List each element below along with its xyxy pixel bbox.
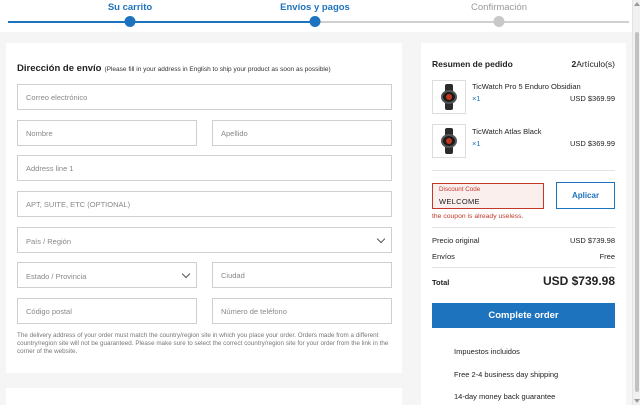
discount-code-value: WELCOME [439,197,480,206]
benefit-item: Impuestos incluidos [454,347,520,356]
divider [432,267,615,268]
discount-code-field[interactable]: Discount Code WELCOME [432,183,544,209]
state-select-placeholder: Estado / Provincia [26,272,87,281]
first-name-field[interactable] [17,120,197,146]
shipping-title: Dirección de envío (Please fill in your a… [17,63,331,74]
original-price-label: Precio original [432,236,480,245]
shipping-title-text: Dirección de envío [17,63,102,74]
page-scrollbar[interactable] [632,0,640,405]
step-dot-cart[interactable] [124,16,136,27]
city-field[interactable] [212,262,392,288]
step-label-cart[interactable]: Su carrito [108,2,152,13]
order-summary-title: Resumen de pedido [432,59,513,69]
product-thumbnail[interactable] [432,80,466,114]
order-summary-panel: Resumen de pedido 2Artículo(s) TicWatch … [421,43,626,405]
watch-icon [441,84,457,110]
product-thumbnail[interactable] [432,124,466,158]
email-field[interactable] [17,84,392,110]
shipping-cost-label: Envíos [432,252,455,261]
progress-track-complete [8,21,315,23]
discount-code-label: Discount Code [439,186,481,193]
state-select[interactable]: Estado / Provincia [17,262,197,288]
apply-coupon-button[interactable]: Aplicar [556,182,615,209]
step-dot-confirmation [493,16,505,27]
payment-panel [6,388,402,405]
product-name[interactable]: TicWatch Atlas Black [472,127,541,136]
country-select-placeholder: País / Región [26,237,72,246]
checkout-progress: Su carrito Envíos y pagos Confirmación [0,0,632,32]
item-count: 2Artículo(s) [572,59,615,69]
product-name[interactable]: TicWatch Pro 5 Enduro Obsidian [472,82,581,91]
zip-code-field[interactable] [17,298,197,324]
step-dot-shipping [309,16,321,27]
scroll-down-icon[interactable] [634,399,640,403]
delivery-address-note: The delivery address of your order must … [17,332,389,355]
step-label-shipping: Envíos y pagos [280,2,350,13]
watch-icon [441,128,457,154]
address-line2-field[interactable] [17,191,392,217]
divider [432,227,615,228]
last-name-field[interactable] [212,120,392,146]
chevron-down-icon [376,234,386,244]
country-select[interactable]: País / Región [17,227,392,253]
coupon-error-message: the coupon is already useless. [432,213,524,220]
total-value: USD $739.98 [542,274,615,288]
scrollbar-thumb[interactable] [635,32,639,392]
address-line1-field[interactable] [17,155,392,181]
shipping-subtitle: (Please fill in your address in English … [104,66,331,73]
shipping-address-panel: Dirección de envío (Please fill in your a… [6,43,402,373]
shipping-cost-value: Free [599,252,615,261]
scroll-up-icon[interactable] [634,2,640,6]
item-count-label: Artículo(s) [576,59,615,69]
product-quantity: ×1 [472,94,481,103]
benefit-item: 14-day money back guarantee [454,392,556,401]
product-quantity: ×1 [472,139,481,148]
product-price: USD $369.99 [569,139,615,148]
phone-field[interactable] [212,298,392,324]
product-price: USD $369.99 [569,94,615,103]
chevron-down-icon [181,269,191,279]
step-label-confirmation: Confirmación [471,2,527,13]
original-price-value: USD $739.98 [569,236,615,245]
benefit-item: Free 2-4 business day shipping [454,370,559,379]
divider [432,170,615,171]
progress-track-pending [315,21,629,23]
complete-order-button[interactable]: Complete order [432,303,615,328]
total-label: Total [432,278,450,287]
